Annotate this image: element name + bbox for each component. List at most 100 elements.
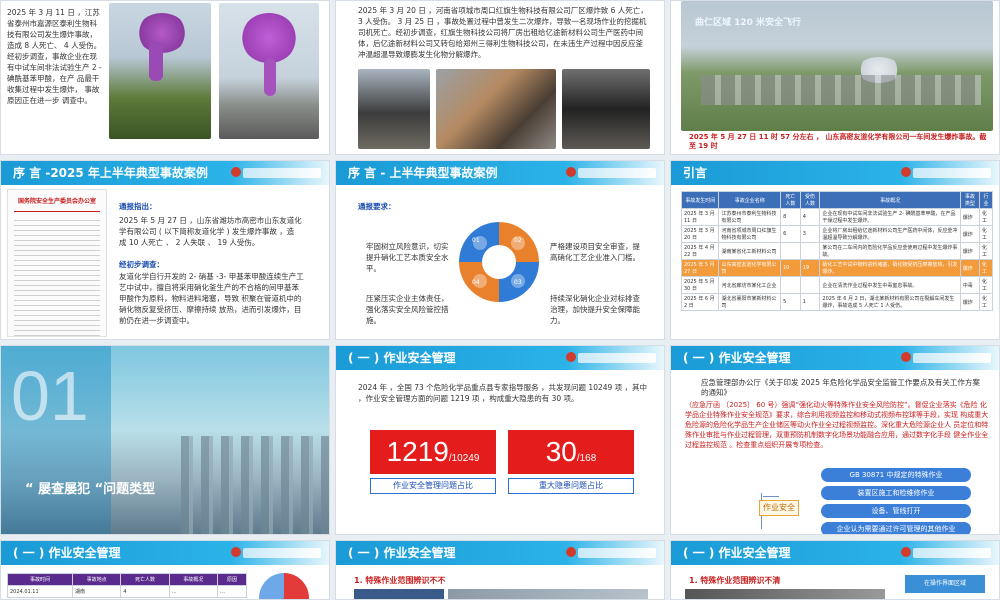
item-4-number: 04 bbox=[472, 279, 480, 286]
table-cell: 8 bbox=[780, 208, 801, 226]
table-cell: 化工 bbox=[978, 225, 994, 243]
column-header: 受伤人数 bbox=[799, 191, 821, 209]
slide-4-text-2: 友道化学自行开发的 2- 硝基 -3- 甲基苯甲酸连续生产工艺中试中，擅自将采用… bbox=[119, 272, 304, 325]
slide-4-intro: 通报指出： bbox=[119, 202, 157, 211]
table-cell bbox=[799, 276, 821, 294]
slide-11-header: ( 一 ) 作业安全管理 bbox=[336, 541, 664, 565]
slide-11-subtitle: 1. 特殊作业范围辨识不不 bbox=[354, 576, 446, 585]
slide-6-title: 引言 bbox=[683, 166, 708, 180]
table-cell: 湖南某省化工新材料公司 bbox=[718, 242, 782, 260]
slide-6-thumbnail[interactable]: 引言 事故发生时间 事故企业名称 死亡人数 受伤人数 事故概况 事故类型 行业 … bbox=[670, 160, 1000, 340]
table-cell: 2024.01.11 bbox=[7, 585, 73, 598]
stat-1-label: 作业安全管理问题占比 bbox=[370, 478, 496, 494]
document-preview bbox=[354, 589, 444, 599]
company-logo bbox=[901, 167, 991, 178]
column-header: 事故概况 bbox=[819, 191, 961, 209]
slide-11-thumbnail[interactable]: ( 一 ) 作业安全管理 1. 特殊作业范围辨识不不 bbox=[335, 540, 665, 600]
slide-7-thumbnail[interactable]: 01 “ 屡查屡犯 “问题类型 bbox=[0, 345, 330, 535]
slide-8-text: 2024 年 ，全国 73 个危险化学品重点县专家指导服务 ，共发现问题 102… bbox=[358, 383, 648, 403]
company-logo bbox=[231, 547, 321, 558]
table-cell: 2025 年 6 月 2 日 bbox=[680, 293, 720, 311]
slide-1-thumbnail[interactable]: 2025 年 3 月 11 日 ，江苏省泰州市嘉源区泰利生物科技有限公司发生爆炸… bbox=[0, 0, 330, 155]
column-header: 事故时间 bbox=[7, 573, 73, 586]
stat-box-2: 30/168 bbox=[508, 430, 634, 474]
slide-11-title: ( 一 ) 作业安全管理 bbox=[348, 546, 456, 560]
table-cell: 2025 年 6 月 2 日，湖北某新材料有限公司在裂解车间发生爆炸，事故造成 … bbox=[819, 293, 961, 311]
slide-5-thumbnail[interactable]: 序 言 - 上半年典型事故案例 通报要求： 01 02 03 04 牢固树立风险… bbox=[335, 160, 665, 340]
stat-1-value: 1219 bbox=[386, 436, 449, 467]
tree-branch-3: 设备、管线打开 bbox=[821, 504, 971, 518]
slide-4-header: 序 言 -2025 年上半年典型事故案例 bbox=[1, 161, 329, 185]
table-cell: 4 bbox=[799, 208, 821, 226]
slide-12-header: ( 一 ) 作业安全管理 bbox=[671, 541, 999, 565]
table-cell: 爆炸 bbox=[959, 259, 980, 277]
item-2-number: 02 bbox=[514, 237, 522, 244]
photo-watermark: 曲仁区域 120 米安全飞行 bbox=[695, 18, 802, 28]
slide-3-thumbnail[interactable]: 曲仁区域 120 米安全飞行 2025 年 5 月 27 日 11 时 57 分… bbox=[670, 0, 1000, 155]
section-title: “ 屡查屡犯 “问题类型 bbox=[25, 482, 156, 497]
company-logo bbox=[566, 352, 656, 363]
document-title: 国务院安全生产委员会办公室 bbox=[17, 198, 96, 205]
slide-3-caption: 2025 年 5 月 27 日 11 时 57 分左右 ， 山东高密友道化学有限… bbox=[689, 133, 987, 150]
company-logo bbox=[566, 547, 656, 558]
table-cell: 江苏泰州市泰利生物科技有限公司 bbox=[718, 208, 782, 226]
table-row: 2025 年 3 月 20 日河南省项城市周口红旗生物科技有限公司 6 3 企业将厂房… bbox=[680, 225, 994, 243]
slide-12-thumbnail[interactable]: ( 一 ) 作业安全管理 1. 特殊作业范围辨识不清 在操作界面区域 bbox=[670, 540, 1000, 600]
column-header: 事故发生时间 bbox=[680, 191, 720, 209]
column-header: 死亡人数 bbox=[780, 191, 801, 209]
slide-12-title: ( 一 ) 作业安全管理 bbox=[683, 546, 791, 560]
slide-10-thumbnail[interactable]: ( 一 ) 作业安全管理 事故时间 事故地点 死亡人数 事故概况 原因 2024.01.… bbox=[0, 540, 330, 600]
item-4-text: 压紧压实企业主体责任，强化落实安全风险管控措施。 bbox=[366, 294, 449, 325]
column-header: 死亡人数 bbox=[120, 573, 170, 586]
slide-4-thumbnail[interactable]: 序 言 -2025 年上半年典型事故案例 国务院安全生产委员会办公室 通报指出：… bbox=[0, 160, 330, 340]
debris-photo bbox=[436, 69, 556, 149]
item-3-text: 持续深化硝化企业对标排查治理，加快提升安全保障能力。 bbox=[550, 294, 640, 325]
smoke-photo-1 bbox=[358, 69, 430, 149]
slide-grid: 2025 年 3 月 11 日 ，江苏省泰州市嘉源区泰利生物科技有限公司发生爆炸… bbox=[0, 0, 1000, 600]
stat-box-1: 1219/10249 bbox=[370, 430, 496, 474]
table-cell: 化工 bbox=[978, 293, 994, 311]
slide-10-header: ( 一 ) 作业安全管理 bbox=[1, 541, 329, 565]
table-cell: 湖北省襄阳市某新材料公司 bbox=[718, 293, 782, 311]
slide-10-title: ( 一 ) 作业安全管理 bbox=[13, 546, 121, 560]
table-cell: 2025 年 5 月 30 日 bbox=[680, 276, 720, 294]
notice-document: 国务院安全生产委员会办公室 bbox=[7, 189, 107, 339]
tree-root: 作业安全 bbox=[759, 500, 799, 516]
column-header: 事故概况 bbox=[168, 573, 218, 586]
table-cell: 4 bbox=[120, 585, 170, 598]
table-row: 2025 年 3 月 11 日江苏泰州市泰利生物科技有限公司 8 4 企业在现有中试车… bbox=[680, 208, 994, 226]
company-logo bbox=[231, 167, 321, 178]
column-header: 事故类型 bbox=[959, 191, 980, 209]
slide-8-thumbnail[interactable]: ( 一 ) 作业安全管理 2024 年 ，全国 73 个危险化学品重点县专家指导… bbox=[335, 345, 665, 535]
stat-2-value: 30 bbox=[545, 436, 577, 467]
table-row-highlighted: 2025 年 5 月 27 日山东高密友道化学有限公司 10 19 硝化工艺中试中物料… bbox=[680, 259, 994, 277]
table-cell: 湖南 bbox=[71, 585, 122, 598]
table-cell: 爆炸 bbox=[959, 242, 980, 260]
item-2-text: 严格建设项目安全审查，提高硝化工艺企业准入门槛。 bbox=[550, 242, 640, 262]
tree-connector-branch bbox=[763, 496, 779, 497]
slide-9-thumbnail[interactable]: ( 一 ) 作业安全管理 应急管理部办公厅《关于印发 2025 年危险化学品安全… bbox=[670, 345, 1000, 535]
slide-9-title: ( 一 ) 作业安全管理 bbox=[683, 351, 791, 365]
slide-1-text: 2025 年 3 月 11 日 ，江苏省泰州市嘉源区泰利生物科技有限公司发生爆炸… bbox=[7, 8, 102, 105]
explosion-photo-2 bbox=[219, 3, 319, 139]
slide-2-thumbnail[interactable]: 2025 年 3 月 20 日 ，河南省项城市周口红旗生物科技有限公司厂区爆炸致… bbox=[335, 0, 665, 155]
slide-12-subtitle: 1. 特殊作业范围辨识不清 bbox=[689, 576, 781, 585]
company-logo bbox=[901, 547, 991, 558]
table-cell: 某公司在二车间内的危险化学品反应釜使用过程中发生爆炸事故。 bbox=[819, 242, 961, 260]
item-3-number: 03 bbox=[514, 279, 522, 286]
table-row: 2025 年 5 月 30 日河北省廊坊市某化工企业 企业在清洗作业过程中发生中毒… bbox=[680, 276, 994, 294]
tree-branch-2: 装置区施工和检维修作业 bbox=[821, 486, 971, 500]
table-cell: 化工 bbox=[978, 242, 994, 260]
table-cell: 2025 年 5 月 27 日 bbox=[680, 259, 720, 277]
explosion-photo-1 bbox=[109, 3, 211, 139]
column-header: 事故地点 bbox=[71, 573, 122, 586]
company-logo bbox=[566, 167, 656, 178]
slide-4-title: 序 言 -2025 年上半年典型事故案例 bbox=[13, 166, 208, 180]
table-header-row: 事故发生时间 事故企业名称 死亡人数 受伤人数 事故概况 事故类型 行业 bbox=[680, 191, 994, 209]
table-cell: 中毒 bbox=[959, 276, 980, 294]
slide-8-title: ( 一 ) 作业安全管理 bbox=[348, 351, 456, 365]
tree-branch-1: GB 30871 中规定的特殊作业 bbox=[821, 468, 971, 482]
aerial-photo: 曲仁区域 120 米安全飞行 bbox=[681, 1, 993, 131]
company-logo bbox=[901, 352, 991, 363]
slide-8-header: ( 一 ) 作业安全管理 bbox=[336, 346, 664, 370]
